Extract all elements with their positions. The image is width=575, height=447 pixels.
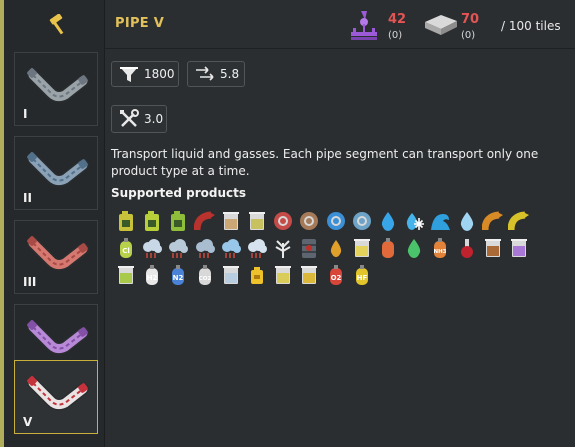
hammer-icon[interactable] [48,13,68,36]
header: PIPE V 42 (0) 70 (0) / 100 tiles [105,0,575,49]
sidebar: IIIIIIIVV [4,0,105,447]
workers-sub: (0) [388,30,403,41]
svg-text:O2: O2 [330,274,341,282]
throughput-value: 1800 [144,67,175,81]
gas-tank-icon[interactable]: HF [351,264,373,286]
disc-icon[interactable] [298,210,320,232]
gas-tank-icon[interactable]: H2 [141,264,163,286]
tier-label: III [23,275,37,289]
gas-tank-icon[interactable]: Cl [115,237,137,259]
beaker-icon[interactable] [115,264,137,286]
flow-speed-icon [196,66,214,81]
steam-cloud-icon[interactable] [220,237,242,259]
pipe-icon [27,376,89,411]
detail-panel: PIPE V 42 (0) 70 (0) / 100 tiles 1800 5.… [105,0,575,447]
workers-icon [347,8,383,48]
speed-stat: 5.8 [187,61,245,87]
steam-cloud-icon[interactable] [194,237,216,259]
disc-icon[interactable] [325,210,347,232]
beaker-icon[interactable] [482,237,504,259]
beaker-icon[interactable] [298,264,320,286]
svg-text:N2: N2 [173,274,184,282]
throughput-stat: 1800 [111,61,179,87]
barrel-icon[interactable] [298,237,320,259]
gas-tank-icon[interactable]: CO2 [194,264,216,286]
tools-icon [120,109,139,127]
page-title: PIPE V [115,16,165,31]
pipe-icon [27,68,89,103]
svg-text:HF: HF [356,274,367,282]
pipe-flow-icon[interactable] [481,210,504,232]
snowflake-icon[interactable] [403,210,425,232]
maintenance-stat: 3.0 [111,105,167,133]
pipe-tier-3[interactable]: III [14,220,98,294]
pipe-icon [27,320,89,355]
water-drop-icon[interactable] [403,237,425,259]
gas-tank-icon[interactable]: N2 [167,264,189,286]
pipe-tier-1[interactable]: I [14,52,98,126]
pipe-icon [27,236,89,271]
supported-products-title: Supported products [111,186,247,200]
oil-drop-icon[interactable] [325,237,347,259]
gas-tank-icon[interactable] [377,237,399,259]
tree-icon[interactable] [272,237,294,259]
tier-label: I [23,107,28,121]
gas-tank-icon[interactable]: NH3 [429,237,451,259]
beaker-icon[interactable] [220,210,242,232]
tier-label: II [23,191,32,205]
beaker-icon[interactable] [220,264,242,286]
pipe-tier-2[interactable]: II [14,136,98,210]
wave-icon[interactable] [429,210,451,232]
funnel-icon [120,67,138,82]
beaker-icon[interactable] [272,264,294,286]
water-drop-icon[interactable] [377,210,399,232]
fuel-canister-icon[interactable] [167,210,189,232]
beaker-icon[interactable] [508,237,530,259]
maintenance-value: 3.0 [144,112,164,126]
steam-cloud-icon[interactable] [141,237,163,259]
disc-icon[interactable] [351,210,373,232]
parts-sub: (0) [461,30,476,41]
pipe-tier-5[interactable]: V [14,360,98,434]
svg-text:CO2: CO2 [198,276,211,282]
steam-cloud-icon[interactable] [246,237,268,259]
svg-text:Cl: Cl [122,247,130,255]
pipe-flow-icon[interactable] [193,210,216,232]
steam-cloud-icon[interactable] [167,237,189,259]
disc-icon[interactable] [272,210,294,232]
parts-value: 70 [461,12,480,27]
workers-value: 42 [388,12,407,27]
water-drop-icon[interactable] [456,210,478,232]
description: Transport liquid and gasses. Each pipe s… [111,147,539,178]
tier-label: V [23,415,33,429]
svg-text:NH3: NH3 [434,249,447,255]
gas-tank-icon[interactable]: O2 [325,264,347,286]
construction-parts-icon [421,12,459,42]
beaker-icon[interactable] [351,237,373,259]
svg-text:H2: H2 [147,274,158,282]
speed-value: 5.8 [220,67,240,81]
canister-icon[interactable] [246,264,268,286]
fuel-canister-icon[interactable] [115,210,137,232]
pipe-flow-icon[interactable] [507,210,530,232]
capacity-label: / 100 tiles [501,19,561,33]
flask-icon[interactable] [456,237,478,259]
fuel-canister-icon[interactable] [141,210,163,232]
pipe-icon [27,152,89,187]
beaker-icon[interactable] [246,210,268,232]
